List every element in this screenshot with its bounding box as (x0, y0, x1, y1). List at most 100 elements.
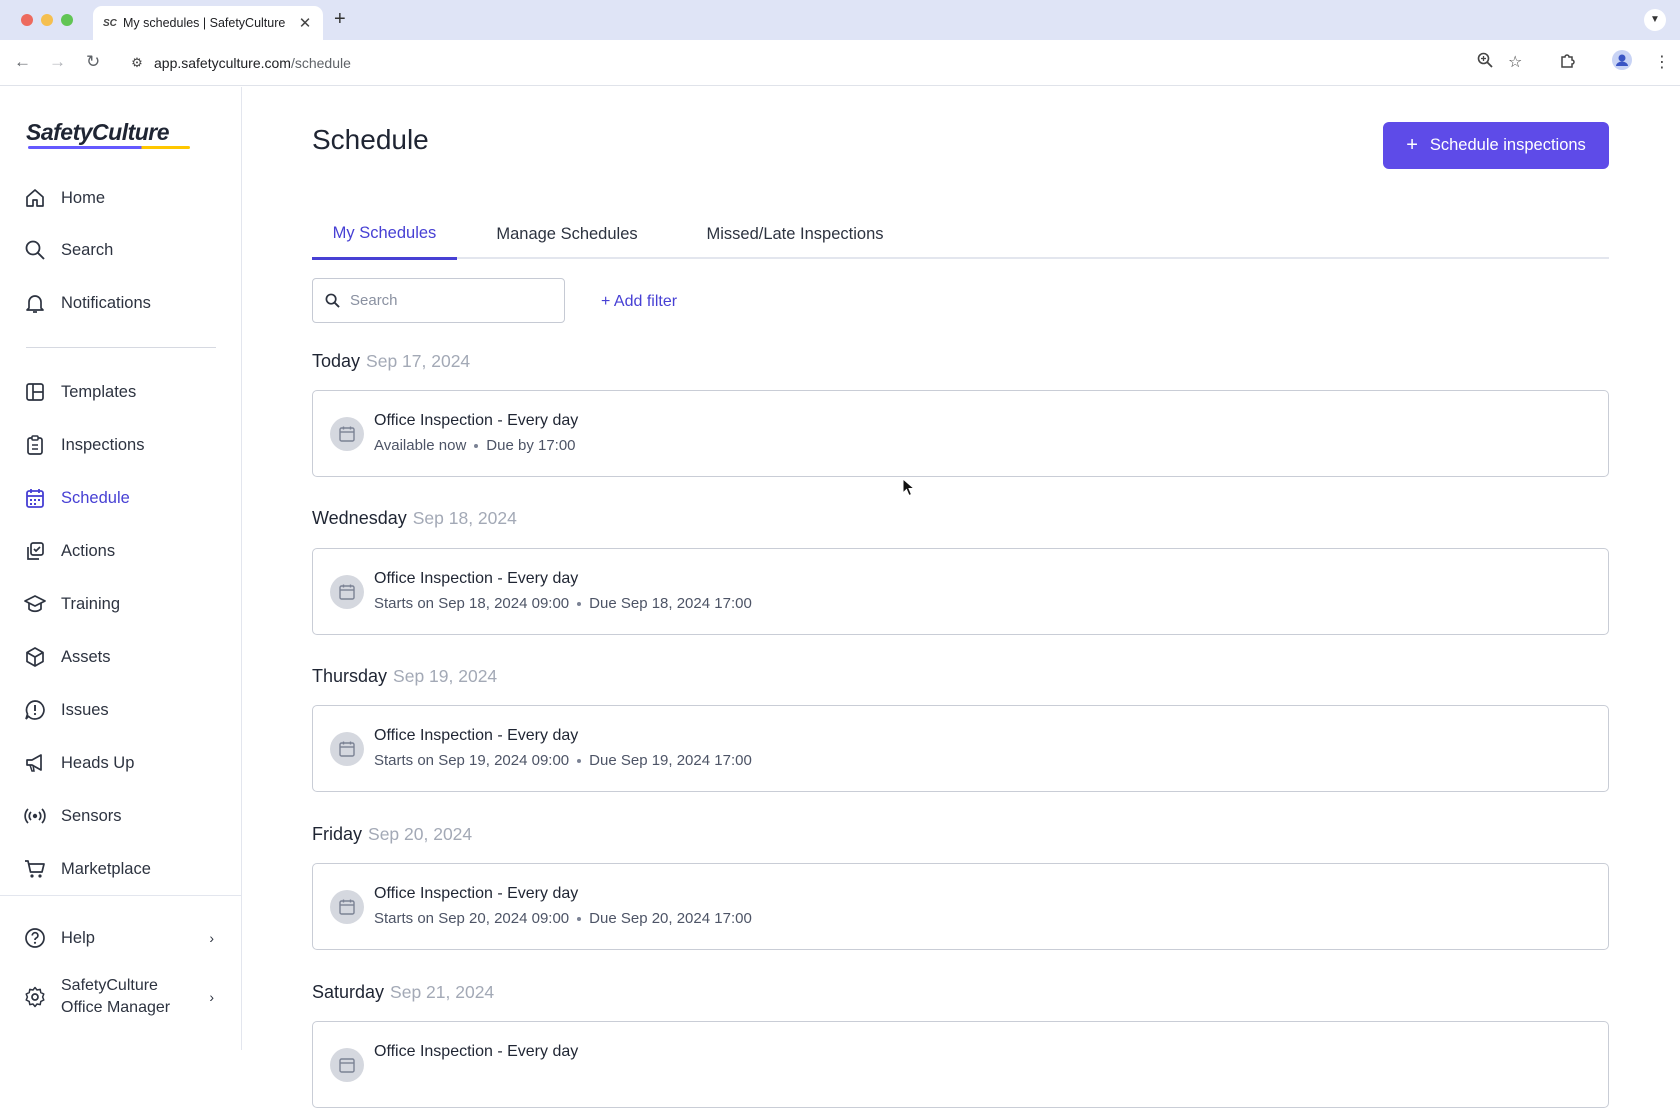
sidebar-item-issues[interactable]: Issues (22, 690, 222, 730)
sidebar-bottom-divider (0, 895, 241, 896)
main-content: Schedule + Schedule inspections My Sched… (242, 87, 1680, 1108)
schedule-title: Office Inspection - Every day (374, 727, 579, 744)
schedule-card[interactable]: Office Inspection - Every day Available … (312, 390, 1609, 477)
search-field[interactable] (312, 278, 565, 323)
day-date: Sep 17, 2024 (366, 351, 471, 371)
sidebar-profile-menu[interactable]: SafetyCulture Office Manager › (22, 972, 232, 1022)
tab-my-schedules[interactable]: My Schedules (312, 209, 457, 260)
schedule-title: Office Inspection - Every day (374, 570, 579, 587)
sidebar-item-inspections[interactable]: Inspections (22, 425, 222, 465)
sidebar-item-marketplace[interactable]: Marketplace (22, 849, 222, 889)
bookmark-star-icon[interactable]: ☆ (1508, 52, 1522, 72)
sidebar-item-label: Heads Up (61, 753, 135, 772)
site-settings-icon[interactable]: ⚙ (120, 55, 154, 71)
megaphone-icon (22, 750, 48, 776)
day-date: Sep 20, 2024 (368, 824, 473, 844)
home-icon (22, 185, 48, 211)
day-date: Sep 21, 2024 (390, 982, 495, 1002)
schedule-card[interactable]: Office Inspection - Every day Starts on … (312, 548, 1609, 635)
schedule-card[interactable]: Office Inspection - Every day Starts on … (312, 705, 1609, 792)
sidebar-item-label: Templates (61, 382, 137, 401)
day-date: Sep 19, 2024 (393, 666, 498, 686)
schedule-title: Office Inspection - Every day (374, 412, 579, 429)
search-icon (325, 293, 340, 308)
sidebar-item-training[interactable]: Training (22, 584, 222, 624)
page-title: Schedule (312, 124, 429, 155)
day-name: Today (312, 351, 361, 371)
chevron-right-icon: › (209, 930, 214, 946)
sidebar-item-assets[interactable]: Assets (22, 637, 222, 677)
zoom-icon[interactable] (1477, 52, 1493, 73)
sidebar-item-label: Notifications (61, 293, 151, 312)
day-header: Friday Sep 20, 2024 (312, 824, 472, 845)
sidebar-item-label: Actions (61, 541, 116, 560)
day-name: Friday (312, 824, 363, 844)
plus-icon: + (1406, 134, 1418, 156)
actions-icon (22, 538, 48, 564)
new-tab-icon[interactable]: + (334, 8, 346, 31)
maximize-window-button[interactable] (61, 14, 73, 26)
reload-icon[interactable]: ↻ (86, 52, 100, 72)
sidebar-item-notifications[interactable]: Notifications (22, 283, 222, 323)
day-header: Thursday Sep 19, 2024 (312, 666, 497, 687)
day-name: Saturday (312, 982, 385, 1002)
schedule-inspections-button[interactable]: + Schedule inspections (1383, 122, 1609, 169)
browser-tab-bar: SC My schedules | SafetyCulture ✕ + ▼ (0, 0, 1680, 40)
back-arrow-icon[interactable]: ← (14, 52, 31, 72)
sidebar-item-schedule[interactable]: Schedule (22, 478, 222, 518)
favicon-icon: SC (103, 17, 117, 29)
close-tab-icon[interactable]: ✕ (297, 14, 313, 32)
calendar-icon (22, 485, 48, 511)
schedule-details: Starts on Sep 18, 2024 09:00 Due Sep 18, … (374, 595, 752, 612)
sidebar-item-label: Issues (61, 700, 109, 719)
schedule-title: Office Inspection - Every day (374, 885, 579, 902)
extensions-icon[interactable] (1559, 52, 1576, 74)
profile-avatar-icon[interactable] (1612, 50, 1632, 75)
sidebar-item-home[interactable]: Home (22, 178, 222, 218)
sidebar-item-label: Marketplace (61, 859, 151, 878)
more-menu-icon[interactable]: ⋮ (1654, 52, 1670, 72)
sidebar-item-templates[interactable]: Templates (22, 372, 222, 412)
sidebar-item-label: Training (61, 594, 120, 613)
sensor-icon (22, 803, 48, 829)
search-icon (22, 237, 48, 263)
day-header: Saturday Sep 21, 2024 (312, 982, 494, 1003)
day-header: Today Sep 17, 2024 (312, 351, 470, 372)
sidebar: SafetyCulture Home Search Notifications … (0, 87, 242, 1050)
day-date: Sep 18, 2024 (412, 508, 517, 528)
tab-manage-schedules[interactable]: Manage Schedules (482, 209, 652, 259)
org-name: SafetyCulture (61, 977, 158, 994)
sidebar-divider (26, 347, 216, 348)
sidebar-item-sensors[interactable]: Sensors (22, 796, 222, 836)
search-input[interactable] (350, 292, 550, 309)
forward-arrow-icon[interactable]: → (49, 52, 66, 72)
chevron-right-icon: › (209, 989, 214, 1005)
sidebar-item-heads-up[interactable]: Heads Up (22, 743, 222, 783)
gear-icon (22, 984, 48, 1010)
url-text: app.safetyculture.com/schedule (154, 55, 351, 71)
sidebar-item-actions[interactable]: Actions (22, 531, 222, 571)
calendar-icon (330, 1048, 364, 1082)
minimize-window-button[interactable] (41, 14, 53, 26)
address-bar[interactable]: ⚙ app.safetyculture.com/schedule (120, 46, 1550, 80)
tab-missed-late-inspections[interactable]: Missed/Late Inspections (690, 209, 900, 259)
browser-tab[interactable]: SC My schedules | SafetyCulture ✕ (93, 6, 323, 40)
sidebar-item-help[interactable]: Help › (22, 918, 232, 958)
chevron-down-icon[interactable]: ▼ (1644, 9, 1666, 31)
schedule-card[interactable]: Office Inspection - Every day (312, 1021, 1609, 1108)
schedule-title: Office Inspection - Every day (374, 1043, 579, 1060)
safetyculture-logo[interactable]: SafetyCulture (26, 119, 170, 146)
sidebar-item-label: Search (61, 240, 114, 259)
add-filter-button[interactable]: + Add filter (601, 293, 677, 311)
calendar-icon (330, 732, 364, 766)
templates-icon (22, 379, 48, 405)
day-header: Wednesday Sep 18, 2024 (312, 508, 517, 529)
close-window-button[interactable] (21, 14, 33, 26)
day-name: Thursday (312, 666, 388, 686)
cube-icon (22, 644, 48, 670)
help-circle-icon (22, 925, 48, 951)
sidebar-item-search[interactable]: Search (22, 230, 222, 270)
schedule-card[interactable]: Office Inspection - Every day Starts on … (312, 863, 1609, 950)
sidebar-item-label: Schedule (61, 488, 130, 507)
browser-toolbar: ← → ↻ ⚙ app.safetyculture.com/schedule ☆… (0, 40, 1680, 86)
